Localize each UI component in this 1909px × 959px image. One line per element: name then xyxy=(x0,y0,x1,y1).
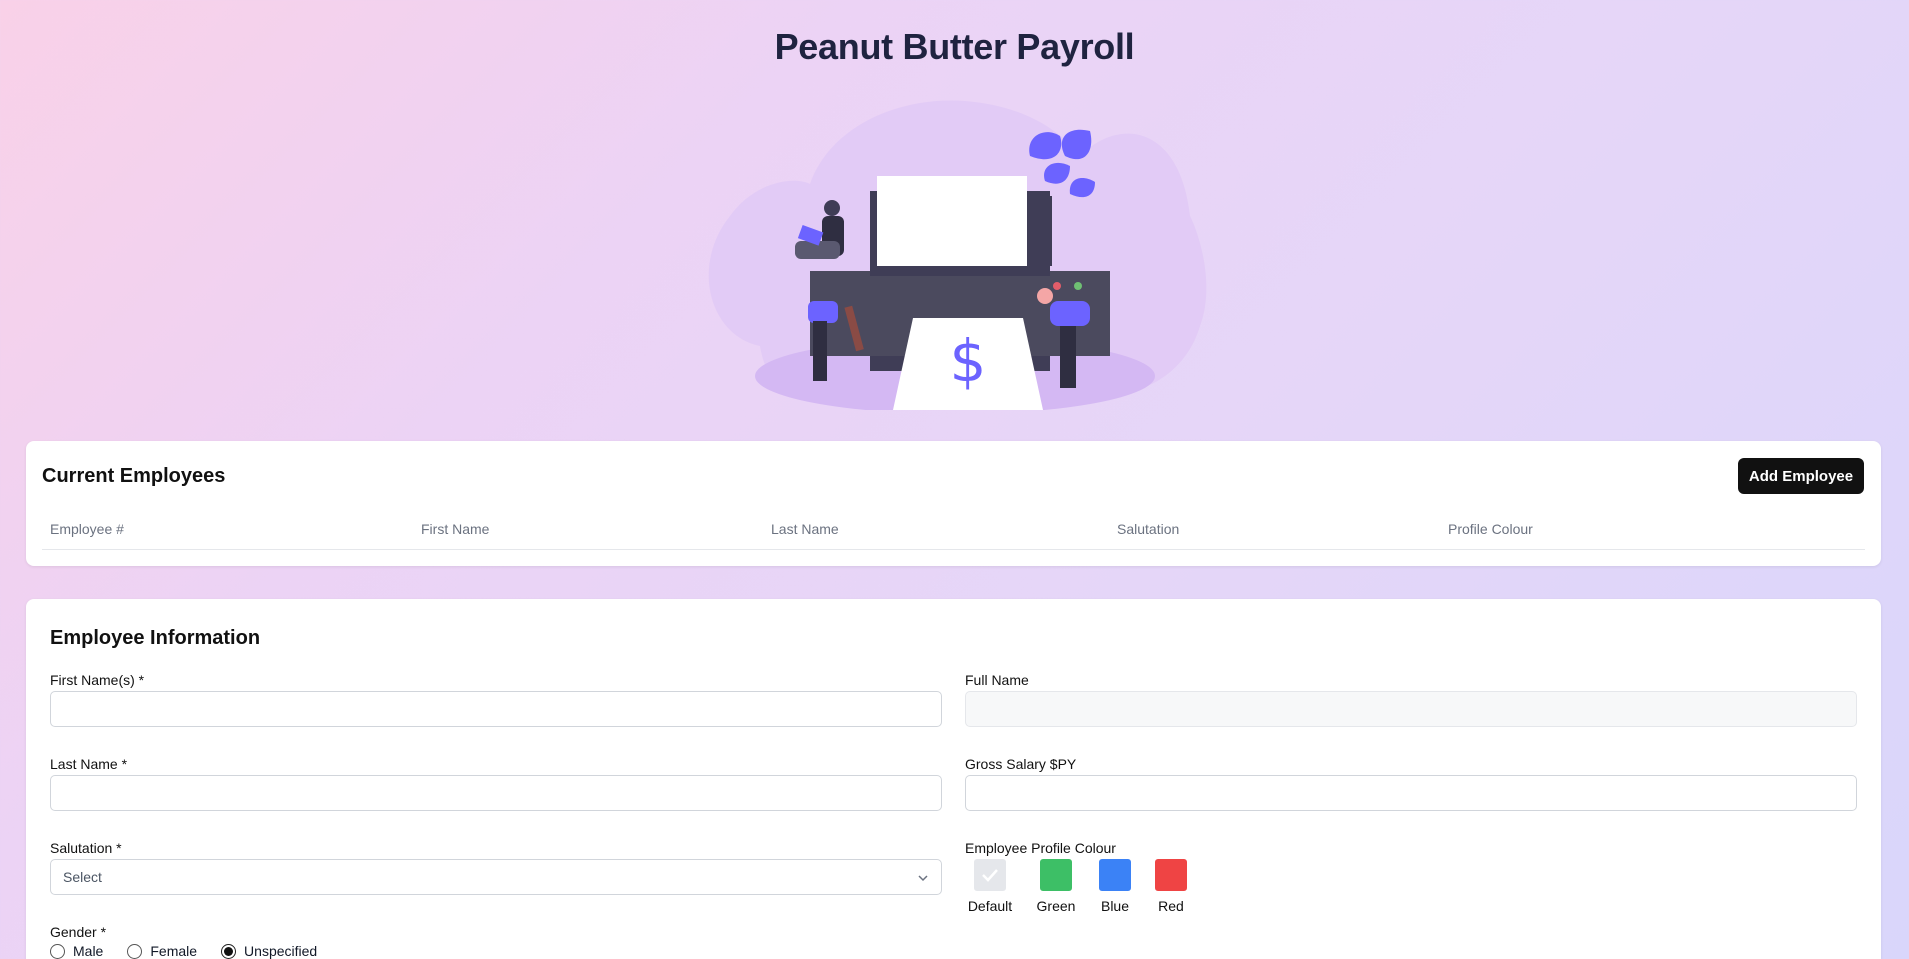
gender-label-female: Female xyxy=(150,943,198,959)
gender-label-male: Male xyxy=(73,943,104,959)
profile-colour-label: Employee Profile Colour xyxy=(965,840,1116,856)
colour-label-green: Green xyxy=(1036,898,1076,914)
column-employee-number[interactable]: Employee # xyxy=(50,521,124,537)
employee-information-heading: Employee Information xyxy=(50,627,261,649)
colour-swatch-red[interactable] xyxy=(1155,859,1187,891)
salutation-select-value: Select xyxy=(63,869,102,885)
page-title: Peanut Butter Payroll xyxy=(774,26,1135,67)
gender-label: Gender * xyxy=(50,924,107,940)
radio-male[interactable] xyxy=(50,943,65,959)
employee-information-card: Employee Information First Name(s) * Ful… xyxy=(26,599,1881,959)
colour-swatch-green[interactable] xyxy=(1040,859,1072,891)
gender-option-female[interactable]: Female xyxy=(127,943,197,959)
payroll-illustration: $ xyxy=(708,100,1207,410)
colour-option-green[interactable]: Green xyxy=(1031,859,1081,914)
colour-option-red[interactable]: Red xyxy=(1146,859,1196,914)
salutation-select[interactable]: Select xyxy=(50,859,942,895)
full-name-field xyxy=(965,691,1857,727)
gross-salary-label: Gross Salary $PY xyxy=(965,756,1077,772)
colour-swatch-default[interactable] xyxy=(974,859,1006,891)
gross-salary-input[interactable] xyxy=(965,775,1857,811)
current-employees-heading: Current Employees xyxy=(42,465,226,487)
first-name-label: First Name(s) * xyxy=(50,672,145,688)
radio-unspecified[interactable] xyxy=(221,943,237,959)
chevron-down-icon xyxy=(918,875,928,882)
colour-label-blue: Blue xyxy=(1100,898,1130,914)
radio-female[interactable] xyxy=(127,943,143,959)
gender-option-male[interactable]: Male xyxy=(50,943,103,959)
full-name-label: Full Name xyxy=(965,672,1029,688)
gender-radio-group: Male Female Unspecified xyxy=(50,943,341,959)
colour-swatch-blue[interactable] xyxy=(1099,859,1131,891)
first-name-input[interactable] xyxy=(50,691,942,727)
svg-text:$: $ xyxy=(950,327,987,395)
last-name-input[interactable] xyxy=(50,775,942,811)
salutation-label: Salutation * xyxy=(50,840,122,856)
gender-label-unspecified: Unspecified xyxy=(244,943,318,959)
current-employees-card: Current Employees Add Employee Employee … xyxy=(26,441,1881,566)
employees-table-header: Employee # First Name Last Name Salutati… xyxy=(42,521,1865,550)
check-icon xyxy=(982,869,998,882)
add-employee-button[interactable]: Add Employee xyxy=(1738,458,1864,494)
column-first-name[interactable]: First Name xyxy=(421,521,489,537)
gender-option-unspecified[interactable]: Unspecified xyxy=(221,943,317,959)
column-last-name[interactable]: Last Name xyxy=(771,521,839,537)
colour-option-default[interactable]: Default xyxy=(965,859,1015,914)
column-salutation[interactable]: Salutation xyxy=(1117,521,1179,537)
colour-label-default: Default xyxy=(967,898,1013,914)
last-name-label: Last Name * xyxy=(50,756,128,772)
colour-option-blue[interactable]: Blue xyxy=(1090,859,1140,914)
colour-label-red: Red xyxy=(1158,898,1184,914)
column-profile-colour[interactable]: Profile Colour xyxy=(1448,521,1533,537)
